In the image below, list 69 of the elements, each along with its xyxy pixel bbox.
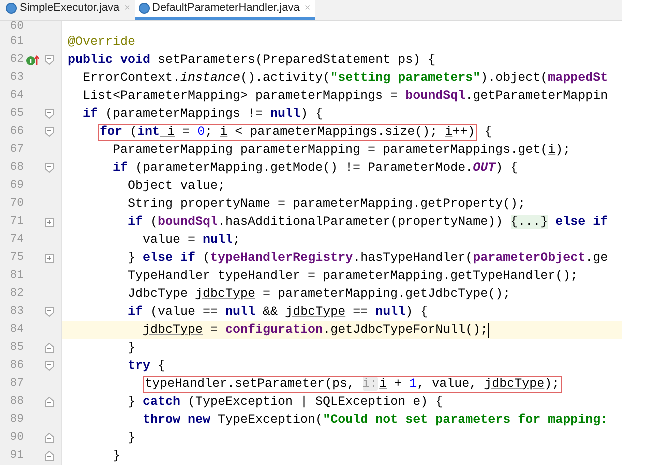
code-text: ErrorContext.instance().activity("setting parameters").object(mappedSt [83, 70, 608, 86]
class-icon [6, 3, 17, 14]
line-number: 63 [9, 72, 24, 84]
code-text: } [128, 430, 136, 446]
fold-icon[interactable] [44, 127, 54, 137]
file-tab[interactable]: SimpleExecutor.java × [2, 0, 135, 20]
code-text: TypeHandler typeHandler = parameterMapping.getTypeHandler(); [128, 268, 578, 284]
code-text: } [128, 340, 136, 356]
line-number: 90 [9, 432, 24, 444]
tab-label: DefaultParameterHandler.java [152, 1, 300, 16]
line-number: 74 [9, 234, 24, 246]
line-number: 60 [9, 21, 24, 33]
override-marker-icon[interactable] [26, 54, 40, 66]
line-number: 87 [9, 378, 24, 390]
code-text: ParameterMapping parameterMapping = parameterMappings.get(i); [113, 142, 571, 158]
line-number: 84 [9, 324, 24, 336]
code-text: value = null; [143, 232, 241, 248]
expand-icon[interactable] [44, 254, 54, 262]
code-text: try { [128, 358, 166, 374]
line-number: 85 [9, 342, 24, 354]
code-text: } else if (typeHandlerRegistry.hasTypeHandler(parameterObject.ge [128, 250, 608, 266]
line-number: 70 [9, 198, 24, 210]
tab-label: SimpleExecutor.java [20, 1, 120, 16]
line-number: 83 [9, 306, 24, 318]
fold-icon[interactable] [44, 109, 54, 119]
fold-icon[interactable] [44, 307, 54, 317]
fold-icon[interactable] [44, 55, 54, 65]
fold-end-icon[interactable] [44, 451, 54, 461]
code-text: { [484, 124, 492, 140]
code-text: if (parameterMappings != null) { [83, 106, 324, 122]
highlight-box: for (int i = 0; i < parameterMappings.size(); i++) [98, 124, 478, 140]
line-number: 81 [9, 270, 24, 282]
code-text: List<ParameterMapping> parameterMappings = boundSql.getParameterMappin [83, 88, 608, 104]
file-tab[interactable]: DefaultParameterHandler.java × [134, 0, 315, 20]
line-number: 68 [9, 162, 24, 174]
line-number: 89 [9, 414, 24, 426]
code-text: if (value == null && jdbcType == null) { [128, 304, 428, 320]
code-text: jdbcType = configuration.getJdbcTypeForNull(); [143, 322, 488, 338]
line-number: 67 [9, 144, 24, 156]
code-text: JdbcType jdbcType = parameterMapping.getJdbcType(); [128, 286, 511, 302]
expand-icon[interactable] [44, 218, 54, 226]
class-icon [138, 3, 150, 14]
line-number: 82 [9, 288, 24, 300]
code-text: } catch (TypeException | SQLException e) { [128, 394, 444, 410]
fold-end-icon[interactable] [44, 397, 54, 407]
code-text: public void setParameters(PreparedStatement ps) { [68, 52, 436, 68]
code-text: @Override [68, 34, 136, 50]
fold-icon[interactable] [44, 163, 54, 173]
line-number: 65 [9, 108, 24, 120]
code-text: if (boundSql.hasAdditionalParameter(propertyName)) {...} else if [128, 214, 608, 230]
code-text: Object value; [128, 178, 226, 194]
line-number: 61 [9, 36, 24, 48]
line-number: 75 [9, 252, 24, 264]
line-number: 64 [9, 90, 24, 102]
line-number: 86 [9, 360, 24, 372]
fold-end-icon[interactable] [44, 343, 54, 353]
line-number: 91 [9, 450, 24, 462]
code-text: String propertyName = parameterMapping.getProperty(); [128, 196, 526, 212]
fold-end-icon[interactable] [44, 433, 54, 443]
code-text: if (parameterMapping.getMode() != ParameterMode.OUT) { [113, 160, 518, 176]
code-text: } [113, 448, 121, 464]
line-number: 71 [9, 216, 24, 228]
highlight-box: typeHandler.setParameter(ps, i: i + 1, value, jdbcType); [143, 376, 562, 392]
line-number: 66 [9, 126, 24, 138]
line-number: 69 [9, 180, 24, 192]
fold-icon[interactable] [44, 361, 54, 371]
line-number: 62 [9, 54, 24, 66]
line-number: 88 [9, 396, 24, 408]
code-text: throw new TypeException("Could not set parameters for mapping: [143, 412, 608, 428]
